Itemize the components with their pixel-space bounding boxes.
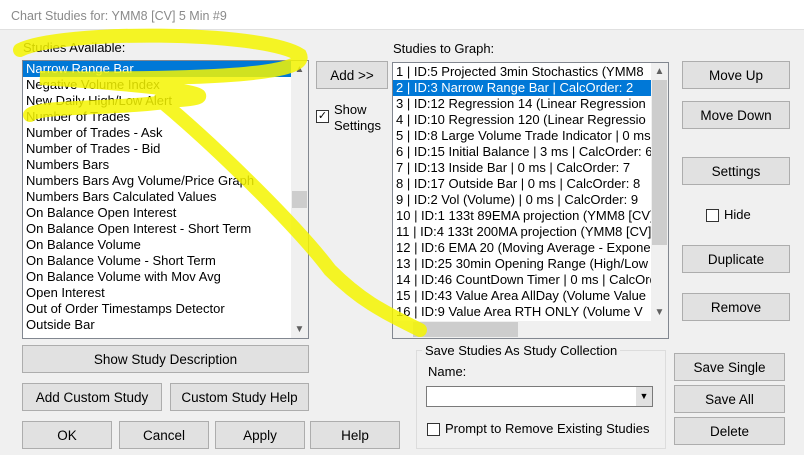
available-study-item[interactable]: On Balance Volume <box>23 237 308 253</box>
studies-available-list[interactable]: Narrow Range Bar Negative Volume Index New… <box>22 60 309 339</box>
custom-study-help-button[interactable]: Custom Study Help <box>170 383 309 411</box>
apply-button[interactable]: Apply <box>215 421 305 449</box>
available-study-item[interactable]: Negative Volume Index <box>23 77 308 93</box>
available-scrollbar[interactable]: ▲ ▼ <box>291 61 308 338</box>
graphed-study-item[interactable]: 10 | ID:1 133t 89EMA projection (YMM8 [C… <box>393 208 668 224</box>
save-all-button[interactable]: Save All <box>674 385 785 413</box>
show-settings-label: Show Settings <box>334 102 381 133</box>
available-study-item[interactable]: Out of Order Timestamps Detector <box>23 301 308 317</box>
available-study-item[interactable]: Numbers Bars <box>23 157 308 173</box>
hide-checkbox[interactable] <box>706 209 719 222</box>
available-study-item[interactable]: Number of Trades - Ask <box>23 125 308 141</box>
graphed-study-item[interactable]: 3 | ID:12 Regression 14 (Linear Regressi… <box>393 96 668 112</box>
prompt-remove-label: Prompt to Remove Existing Studies <box>445 421 650 436</box>
graphed-study-item[interactable]: 11 | ID:4 133t 200MA projection (YMM8 [C… <box>393 224 668 240</box>
scroll-thumb[interactable] <box>292 191 307 208</box>
graphed-study-item[interactable]: 6 | ID:15 Initial Balance | 3 ms | CalcO… <box>393 144 668 160</box>
help-button[interactable]: Help <box>310 421 400 449</box>
move-down-button[interactable]: Move Down <box>682 101 790 129</box>
add-button[interactable]: Add >> <box>316 61 388 89</box>
hide-label: Hide <box>724 207 751 222</box>
delete-button[interactable]: Delete <box>674 417 785 445</box>
available-study-item[interactable]: Numbers Bars Avg Volume/Price Graph <box>23 173 308 189</box>
graph-hscrollbar[interactable] <box>393 321 651 338</box>
graphed-study-item[interactable]: 15 | ID:43 Value Area AllDay (Volume Val… <box>393 288 668 304</box>
add-custom-study-button[interactable]: Add Custom Study <box>22 383 162 411</box>
available-study-item[interactable]: Outside Bar <box>23 317 308 333</box>
available-study-item[interactable]: On Balance Open Interest <box>23 205 308 221</box>
graphed-study-item[interactable]: 4 | ID:10 Regression 120 (Linear Regress… <box>393 112 668 128</box>
cancel-button[interactable]: Cancel <box>119 421 209 449</box>
graphed-study-item[interactable]: 2 | ID:3 Narrow Range Bar | CalcOrder: 2 <box>393 80 668 96</box>
available-study-item[interactable]: On Balance Volume with Mov Avg <box>23 269 308 285</box>
settings-button[interactable]: Settings <box>682 157 790 185</box>
available-study-item[interactable]: On Balance Open Interest - Short Term <box>23 221 308 237</box>
save-single-button[interactable]: Save Single <box>674 353 785 381</box>
available-study-item[interactable]: Number of Trades - Bid <box>23 141 308 157</box>
ok-button[interactable]: OK <box>22 421 112 449</box>
graphed-study-item[interactable]: 9 | ID:2 Vol (Volume) | 0 ms | CalcOrder… <box>393 192 668 208</box>
study-collection-title: Save Studies As Study Collection <box>422 343 621 358</box>
graphed-study-item[interactable]: 13 | ID:25 30min Opening Range (High/Low <box>393 256 668 272</box>
prompt-remove-checkbox[interactable] <box>427 423 440 436</box>
available-study-item[interactable]: On Balance Volume - Short Term <box>23 253 308 269</box>
dropdown-arrow-icon[interactable]: ▼ <box>636 387 652 406</box>
name-combobox[interactable]: ▼ <box>426 386 653 407</box>
graphed-study-item[interactable]: 7 | ID:13 Inside Bar | 0 ms | CalcOrder:… <box>393 160 668 176</box>
move-up-button[interactable]: Move Up <box>682 61 790 89</box>
graph-scrollbar[interactable]: ▲ ▼ <box>651 63 668 338</box>
window-title: Chart Studies for: YMM8 [CV] 5 Min #9 <box>0 0 804 30</box>
name-label: Name: <box>428 364 467 379</box>
scroll-down-icon[interactable]: ▼ <box>291 321 308 338</box>
available-study-item[interactable]: Narrow Range Bar <box>23 61 308 77</box>
available-study-item[interactable]: Numbers Bars Calculated Values <box>23 189 308 205</box>
graphed-study-item[interactable]: 14 | ID:46 CountDown Timer | 0 ms | Calc… <box>393 272 668 288</box>
studies-to-graph-list[interactable]: 1 | ID:5 Projected 3min Stochastics (YMM… <box>392 62 669 339</box>
scroll-up-icon[interactable]: ▲ <box>291 61 308 78</box>
studies-available-label: Studies Available: <box>23 40 126 55</box>
duplicate-button[interactable]: Duplicate <box>682 245 790 273</box>
studies-to-graph-label: Studies to Graph: <box>393 41 495 56</box>
remove-button[interactable]: Remove <box>682 293 790 321</box>
scroll-thumb[interactable] <box>652 80 667 245</box>
scroll-down-icon[interactable]: ▼ <box>651 304 668 321</box>
graphed-study-item[interactable]: 5 | ID:8 Large Volume Trade Indicator | … <box>393 128 668 144</box>
graphed-study-item[interactable]: 12 | ID:6 EMA 20 (Moving Average - Expon… <box>393 240 668 256</box>
show-settings-checkbox[interactable]: ✓ <box>316 110 329 123</box>
scroll-up-icon[interactable]: ▲ <box>651 63 668 80</box>
graphed-study-item[interactable]: 1 | ID:5 Projected 3min Stochastics (YMM… <box>393 64 668 80</box>
graphed-study-item[interactable]: 16 | ID:9 Value Area RTH ONLY (Volume V <box>393 304 668 320</box>
hscroll-thumb[interactable] <box>413 322 518 337</box>
available-study-item[interactable]: New Daily High/Low Alert <box>23 93 308 109</box>
available-study-item[interactable]: Open Interest <box>23 285 308 301</box>
show-study-description-button[interactable]: Show Study Description <box>22 345 309 373</box>
graphed-study-item[interactable]: 8 | ID:17 Outside Bar | 0 ms | CalcOrder… <box>393 176 668 192</box>
available-study-item[interactable]: Number of Trades <box>23 109 308 125</box>
